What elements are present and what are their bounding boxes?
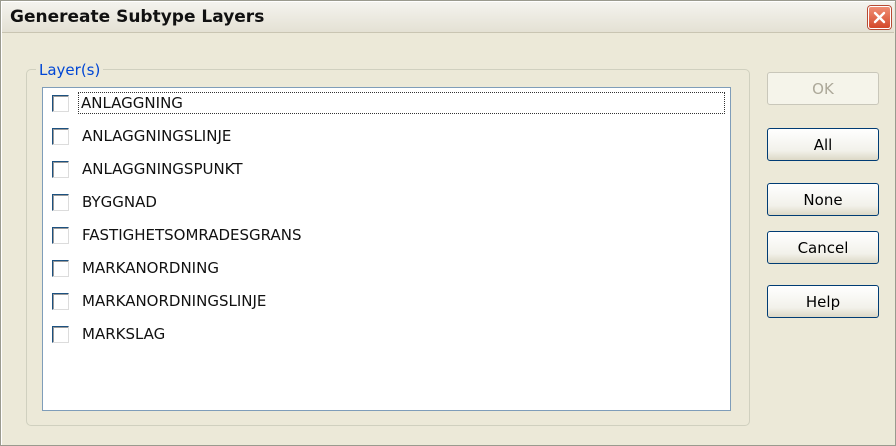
close-icon bbox=[873, 11, 886, 24]
layer-label: ANLAGGNING bbox=[78, 92, 725, 114]
layer-label: ANLAGGNINGSLINJE bbox=[82, 127, 232, 145]
dialog-window: Genereate Subtype Layers Layer(s) ANLAGG… bbox=[0, 0, 896, 446]
list-item[interactable]: BYGGNAD bbox=[52, 190, 724, 216]
list-item[interactable]: MARKSLAG bbox=[52, 322, 724, 348]
cancel-button[interactable]: Cancel bbox=[767, 231, 879, 264]
layer-label: MARKSLAG bbox=[82, 325, 166, 343]
list-item[interactable]: ANLAGGNINGSLINJE bbox=[52, 124, 724, 150]
layer-checkbox[interactable] bbox=[52, 194, 69, 211]
layer-checkbox[interactable] bbox=[52, 227, 69, 244]
close-button[interactable] bbox=[868, 6, 891, 29]
all-button[interactable]: All bbox=[767, 128, 879, 161]
list-item[interactable]: FASTIGHETSOMRADESGRANS bbox=[52, 223, 724, 249]
layer-label: MARKANORDNINGSLINJE bbox=[82, 292, 267, 310]
layer-label: ANLAGGNINGSPUNKT bbox=[82, 160, 243, 178]
layers-listbox[interactable]: ANLAGGNING ANLAGGNINGSLINJE ANLAGGNINGSP… bbox=[42, 87, 731, 411]
title-bar: Genereate Subtype Layers bbox=[2, 2, 894, 33]
layer-checkbox[interactable] bbox=[52, 95, 69, 112]
layer-label: FASTIGHETSOMRADESGRANS bbox=[82, 226, 302, 244]
layer-checkbox[interactable] bbox=[52, 128, 69, 145]
layer-checkbox[interactable] bbox=[52, 326, 69, 343]
none-button[interactable]: None bbox=[767, 183, 879, 216]
layer-label: MARKANORDNING bbox=[82, 259, 219, 277]
list-item[interactable]: MARKANORDNINGSLINJE bbox=[52, 289, 724, 315]
list-item[interactable]: ANLAGGNING bbox=[52, 91, 725, 117]
layers-group-legend: Layer(s) bbox=[36, 61, 104, 79]
layer-checkbox[interactable] bbox=[52, 293, 69, 310]
window-title: Genereate Subtype Layers bbox=[10, 7, 265, 27]
list-item[interactable]: MARKANORDNING bbox=[52, 256, 724, 282]
ok-button[interactable]: OK bbox=[767, 72, 879, 105]
list-item[interactable]: ANLAGGNINGSPUNKT bbox=[52, 157, 724, 183]
layer-checkbox[interactable] bbox=[52, 161, 69, 178]
layer-checkbox[interactable] bbox=[52, 260, 69, 277]
help-button[interactable]: Help bbox=[767, 285, 879, 318]
layer-label: BYGGNAD bbox=[82, 193, 157, 211]
